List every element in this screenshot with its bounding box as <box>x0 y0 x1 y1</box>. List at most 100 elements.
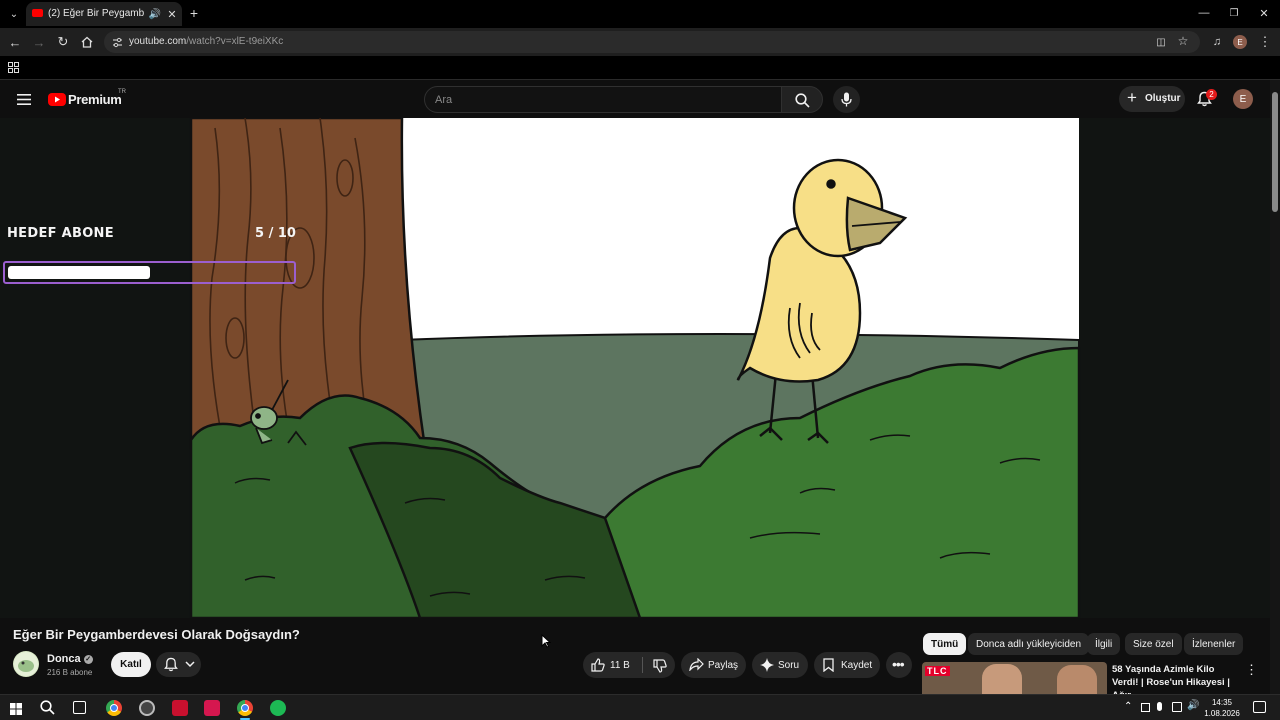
windows-start-icon[interactable] <box>10 702 22 715</box>
subscriber-goal-count: 5 / 10 <box>255 226 296 241</box>
search-placeholder: Ara <box>435 94 453 106</box>
url-path: /watch?v=xlE-t9eiXKc <box>186 36 284 47</box>
like-divider <box>642 657 643 673</box>
profile-avatar[interactable]: E <box>1233 35 1247 49</box>
clock-date: 1.08.2026 <box>1204 709 1240 718</box>
tray-chevron-icon[interactable]: ⌃ <box>1124 701 1132 712</box>
chrome-dev-taskbar-icon[interactable] <box>139 700 155 716</box>
channel-avatar[interactable] <box>13 651 39 677</box>
forward-arrow-icon[interactable]: → <box>31 34 47 50</box>
verified-check-icon: ✓ <box>83 654 93 664</box>
taskbar-clock[interactable]: 14:35 1.08.2026 <box>1200 697 1244 719</box>
spotify-taskbar-icon[interactable] <box>270 700 286 716</box>
more-horizontal-icon: ••• <box>892 656 905 672</box>
join-button[interactable]: Katıl <box>111 652 151 677</box>
search-input[interactable]: Ara <box>424 86 782 113</box>
recommendation-thumbnail[interactable]: TLC <box>922 662 1107 694</box>
notification-center-icon[interactable] <box>1253 701 1266 713</box>
browser-tab-active[interactable]: (2) Eğer Bir Peygamberdevesi Olarak Doğs… <box>26 2 182 26</box>
scrollbar-thumb[interactable] <box>1272 92 1278 212</box>
tray-microphone-icon[interactable] <box>1157 702 1162 711</box>
tray-display-icon[interactable] <box>1141 703 1150 712</box>
task-view-icon[interactable] <box>73 701 86 714</box>
chip-for-you[interactable]: Size özel <box>1125 633 1182 655</box>
create-label: Oluştur <box>1145 93 1181 104</box>
chrome-active-taskbar-icon[interactable] <box>237 700 253 716</box>
home-icon[interactable] <box>79 34 95 50</box>
save-button[interactable]: Kaydet <box>814 652 880 678</box>
search-icon <box>795 93 810 108</box>
taskbar-search-icon[interactable] <box>40 700 55 720</box>
window-close-icon[interactable]: ✕ <box>1256 5 1272 21</box>
apps-grid-icon[interactable] <box>6 60 20 74</box>
subscriber-count: 216 B abone <box>47 668 93 677</box>
voice-search-button[interactable] <box>833 86 860 113</box>
clock-time: 14:35 <box>1211 698 1233 707</box>
media-control-icon[interactable]: ♫ <box>1209 34 1225 50</box>
bookmark-star-icon[interactable]: ☆ <box>1176 34 1190 48</box>
bookmarks-bar <box>0 56 1280 80</box>
url-text[interactable]: youtube.com/watch?v=xlE-t9eiXKc <box>129 36 283 47</box>
tab-close-icon[interactable]: ✕ <box>165 6 179 22</box>
site-info-icon[interactable] <box>110 35 124 49</box>
subscriber-goal-progress-bar <box>3 261 296 284</box>
sparkle-icon <box>760 658 774 672</box>
bookmark-icon <box>823 658 834 672</box>
tab-list-chevron-icon[interactable]: ⌄ <box>6 6 22 22</box>
tab-audio-icon[interactable]: 🔊 <box>148 6 162 22</box>
page-scrollbar[interactable] <box>1270 80 1280 694</box>
back-arrow-icon[interactable]: ← <box>7 34 23 50</box>
browser-menu-icon[interactable]: ⋮ <box>1257 34 1273 50</box>
logo-country-badge: TR <box>118 89 126 95</box>
subscriber-goal-label: HEDEF ABONE <box>7 226 114 241</box>
subscription-bell-button[interactable] <box>156 652 201 677</box>
video-player[interactable]: HEDEF ABONE 5 / 10 <box>0 118 1270 618</box>
chip-from-uploader[interactable]: Donca adlı yükleyiciden <box>968 633 1090 655</box>
account-avatar[interactable]: E <box>1233 89 1253 109</box>
app-red-taskbar-icon[interactable] <box>172 700 188 716</box>
thumbs-down-icon <box>653 659 667 673</box>
create-button[interactable]: + Oluştur <box>1119 86 1185 112</box>
notification-count-badge: 2 <box>1206 89 1217 100</box>
video-frame-illustration <box>0 118 1270 618</box>
hamburger-menu-icon[interactable] <box>14 90 34 108</box>
logo-text: Premium <box>68 92 122 107</box>
like-button[interactable]: 11 B <box>583 652 639 678</box>
install-app-icon[interactable]: ◫ <box>1154 35 1168 49</box>
chip-related[interactable]: İlgili <box>1087 633 1121 655</box>
address-bar[interactable]: youtube.com/watch?v=xlE-t9eiXKc ◫ ☆ <box>104 31 1200 53</box>
url-host: youtube.com <box>129 36 187 47</box>
thumbnail-person-left <box>982 664 1022 694</box>
microphone-icon <box>841 92 852 107</box>
search-button[interactable] <box>781 86 823 113</box>
chrome-taskbar-icon[interactable] <box>106 700 122 716</box>
tray-volume-icon[interactable]: 🔊 <box>1187 700 1199 711</box>
tab-title: (2) Eğer Bir Peygamberdevesi Olarak Doğs… <box>48 8 144 19</box>
app-crimson-taskbar-icon[interactable] <box>204 700 220 716</box>
youtube-header: Premium TR Ara + Oluştur 2 E <box>0 80 1270 118</box>
window-minimize-icon[interactable]: — <box>1196 5 1212 21</box>
plus-icon: + <box>1127 88 1137 107</box>
video-title: Eğer Bir Peygamberdevesi Olarak Doğsaydı… <box>13 627 300 642</box>
chip-watched[interactable]: İzlenenler <box>1184 633 1244 655</box>
subscriber-goal-progress-fill <box>8 266 150 279</box>
channel-name-text: Donca <box>47 653 81 665</box>
dislike-button[interactable] <box>645 652 675 678</box>
browser-tab-strip: ⌄ (2) Eğer Bir Peygamberdevesi Olarak Do… <box>0 0 1280 28</box>
window-restore-icon[interactable]: ❐ <box>1226 5 1242 21</box>
thumbnail-channel-badge: TLC <box>925 666 950 676</box>
chip-all[interactable]: Tümü <box>923 633 967 655</box>
reload-icon[interactable]: ↻ <box>55 34 71 50</box>
youtube-play-logo-icon <box>48 93 66 106</box>
browser-toolbar: ← → ↻ youtube.com/watch?v=xlE-t9eiXKc ◫ … <box>0 28 1280 56</box>
recommendation-menu-icon[interactable]: ⋮ <box>1245 662 1258 678</box>
more-actions-button[interactable]: ••• <box>886 652 912 678</box>
youtube-favicon-icon <box>32 9 43 17</box>
tray-network-icon[interactable] <box>1172 702 1182 712</box>
ask-button[interactable]: Soru <box>752 652 808 678</box>
new-tab-icon[interactable]: + <box>186 5 202 21</box>
youtube-premium-logo[interactable]: Premium TR <box>48 89 128 110</box>
channel-name[interactable]: Donca ✓ <box>47 653 93 665</box>
thumbs-up-icon <box>591 658 605 672</box>
share-button[interactable]: Paylaş <box>681 652 746 678</box>
